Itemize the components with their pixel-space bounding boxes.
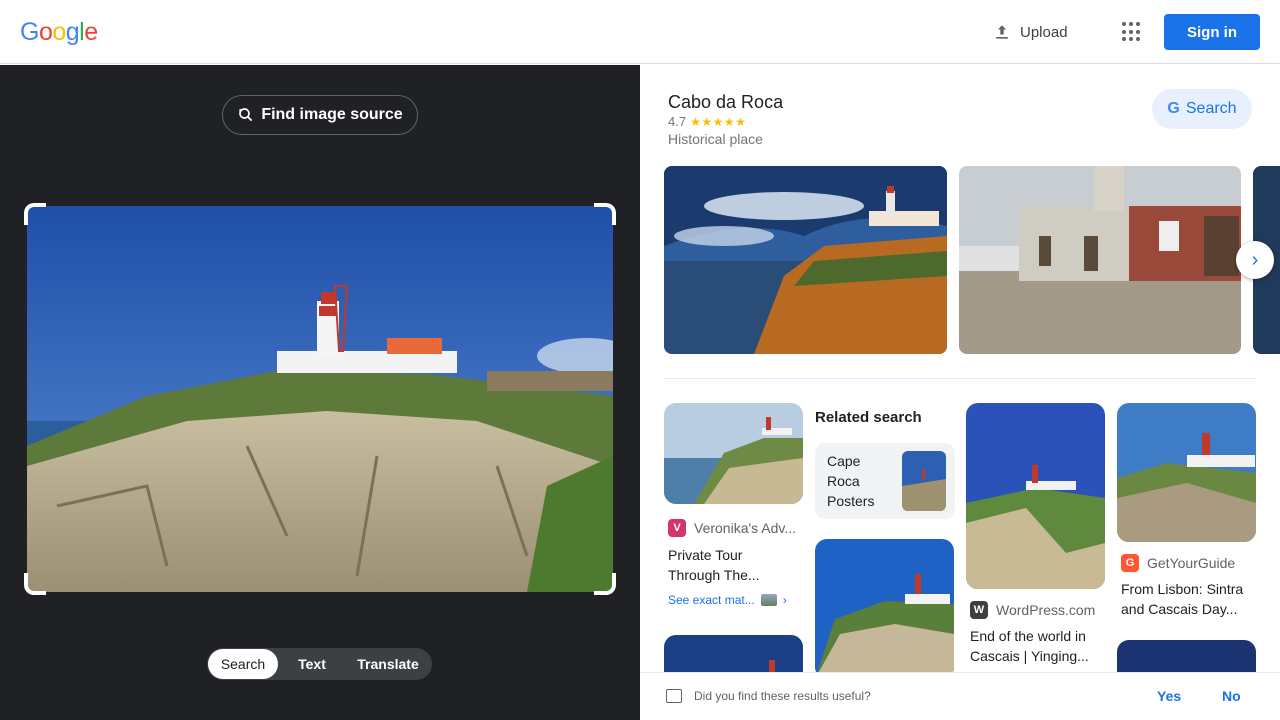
site-favicon-icon: G: [1121, 554, 1139, 572]
rating-value: 4.7: [668, 114, 687, 129]
result-source-3[interactable]: W WordPress.com: [970, 601, 1095, 619]
find-image-source-button[interactable]: Find image source: [222, 95, 418, 135]
source-name: GetYourGuide: [1147, 555, 1236, 571]
search-button-label: Search: [1185, 100, 1237, 117]
feedback-yes-button[interactable]: Yes: [1157, 688, 1181, 704]
feedback-icon: [666, 689, 682, 703]
related-search-label: Cape Roca Posters: [827, 451, 874, 511]
exact-thumbnail: [760, 594, 777, 606]
results-panel: Cabo da Roca 4.7 ★★★★★ Historical place …: [640, 65, 1280, 720]
crop-corner-bottom-right[interactable]: [594, 573, 616, 595]
crop-corner-bottom-left[interactable]: [24, 573, 46, 595]
lighthouse-photo: [27, 206, 613, 592]
label-line: Cape: [827, 453, 861, 469]
lens-search-icon: [239, 108, 253, 122]
title-line: End of the world in: [970, 628, 1086, 644]
mode-search-tab[interactable]: Search: [208, 649, 278, 679]
mode-switcher: Search Text Translate: [207, 648, 432, 680]
google-search-button[interactable]: G Search: [1152, 89, 1252, 129]
result-title-4[interactable]: From Lisbon: Sintra and Cascais Day...: [1121, 579, 1243, 619]
sunset-cliff-photo: [664, 166, 947, 354]
place-type: Historical place: [668, 131, 763, 147]
title-line: Private Tour: [668, 547, 743, 563]
result-source-4[interactable]: G GetYourGuide: [1121, 554, 1235, 572]
upload-icon: [996, 25, 1008, 39]
exact-matches-label: See exact mat...: [668, 593, 755, 607]
result-source-1[interactable]: V Veronika's Adv...: [668, 519, 796, 537]
place-photo-1[interactable]: [664, 166, 947, 354]
result-image-2[interactable]: [815, 539, 954, 679]
title-line: Cascais | Yinging...: [970, 648, 1089, 664]
upload-label: Upload: [1020, 23, 1068, 41]
related-thumb-photo: [902, 451, 946, 511]
related-search-item[interactable]: Cape Roca Posters: [815, 443, 955, 519]
top-bar: Google Upload Sign in: [0, 0, 1280, 64]
chevron-right-icon[interactable]: ›: [1236, 241, 1274, 279]
google-g-icon: G: [1167, 100, 1180, 117]
query-image[interactable]: [27, 206, 613, 592]
feedback-no-button[interactable]: No: [1222, 688, 1241, 704]
site-favicon-icon: W: [970, 601, 988, 619]
feedback-question: Did you find these results useful?: [694, 689, 871, 703]
apps-grid-icon[interactable]: [1122, 22, 1142, 42]
upload-button[interactable]: Upload: [992, 20, 1068, 44]
star-rating-icon: ★★★★★: [690, 114, 747, 129]
place-photo-2[interactable]: [959, 166, 1241, 354]
related-search-thumbnail: [902, 451, 946, 511]
mode-translate-tab[interactable]: Translate: [346, 649, 430, 679]
lens-image-panel: Find image source Search Text Translate: [0, 65, 640, 720]
section-divider: [664, 378, 1256, 379]
source-name: Veronika's Adv...: [694, 520, 797, 536]
label-line: Roca: [827, 473, 860, 489]
result-photo-2: [815, 539, 954, 679]
title-line: From Lisbon: Sintra: [1121, 581, 1244, 597]
building-courtyard-photo: [959, 166, 1241, 354]
see-exact-matches-link[interactable]: See exact mat... ›: [668, 593, 787, 607]
result-title-3[interactable]: End of the world in Cascais | Yinging...: [970, 626, 1089, 666]
sign-in-button[interactable]: Sign in: [1164, 14, 1260, 50]
find-image-source-label: Find image source: [261, 106, 403, 123]
result-image-3[interactable]: [966, 403, 1105, 589]
chevron-right-icon: ›: [782, 593, 787, 607]
result-photo-1: [664, 403, 803, 504]
place-rating: 4.7 ★★★★★: [668, 114, 746, 129]
google-logo[interactable]: Google: [20, 18, 98, 47]
result-image-1[interactable]: [664, 403, 803, 504]
result-image-4[interactable]: [1117, 403, 1256, 542]
site-favicon-icon: V: [668, 519, 686, 537]
source-name: WordPress.com: [996, 602, 1096, 618]
title-line: and Cascais Day...: [1121, 601, 1238, 617]
feedback-bar: Did you find these results useful? Yes N…: [640, 672, 1280, 720]
crop-corner-top-left[interactable]: [24, 203, 46, 225]
result-photo-4: [1117, 403, 1256, 542]
result-title-1[interactable]: Private Tour Through The...: [668, 545, 760, 585]
title-line: Through The...: [668, 567, 760, 583]
result-photo-3: [966, 403, 1105, 589]
mode-text-tab[interactable]: Text: [278, 649, 346, 679]
place-title[interactable]: Cabo da Roca: [668, 92, 783, 113]
label-line: Posters: [827, 493, 875, 509]
related-search-heading: Related search: [815, 409, 922, 426]
crop-corner-top-right[interactable]: [594, 203, 616, 225]
